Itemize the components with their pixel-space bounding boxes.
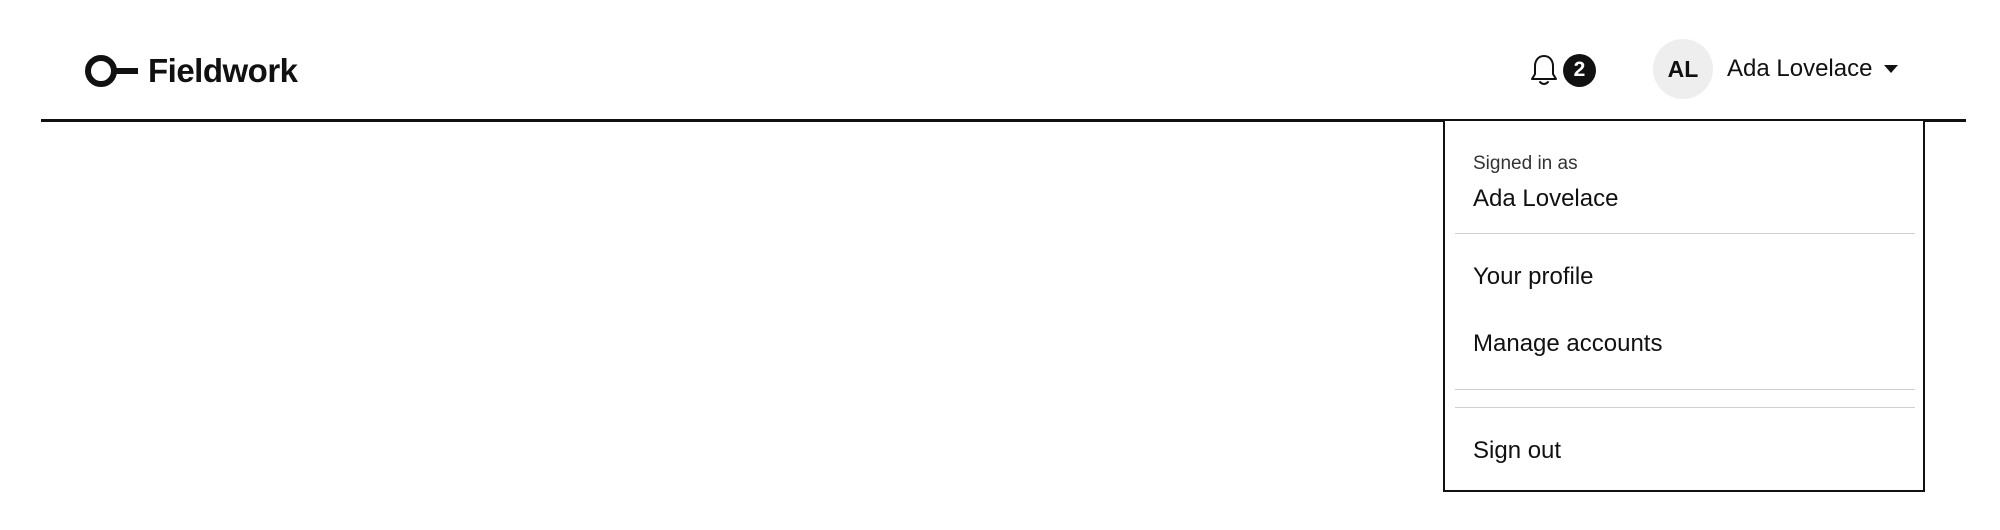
user-name: Ada Lovelace [1727,55,1873,82]
brand-name: Fieldwork [148,52,298,89]
bell-icon [1531,55,1557,85]
notification-count-badge: 2 [1563,53,1596,87]
brand-home-link[interactable]: Fieldwork [84,50,298,92]
top-navbar: Fieldwork 2 AL Ada Lovelace [41,0,1966,122]
page: Fieldwork 2 AL Ada Lovelace Signed in as… [0,0,2000,530]
menu-divider [1455,407,1915,408]
menu-item-manage-accounts[interactable]: Manage accounts [1445,314,1923,374]
notifications-button[interactable]: 2 [1529,50,1596,90]
menu-divider [1455,233,1915,234]
caret-down-icon [1884,65,1899,73]
menu-item-your-profile[interactable]: Your profile [1445,247,1923,307]
menu-divider [1455,389,1915,390]
signed-in-section: Signed in as Ada Lovelace [1445,121,1923,233]
sign-out-button[interactable]: Sign out [1445,421,1923,481]
user-dropdown-menu: Signed in as Ada Lovelace Your profile M… [1443,119,1925,492]
user-menu-trigger[interactable]: AL Ada Lovelace [1653,37,1899,101]
signed-in-user-name: Ada Lovelace [1473,185,1619,212]
ring-key-logo-icon [85,55,138,87]
avatar: AL [1653,39,1713,99]
signed-in-label: Signed in as [1473,153,1578,174]
